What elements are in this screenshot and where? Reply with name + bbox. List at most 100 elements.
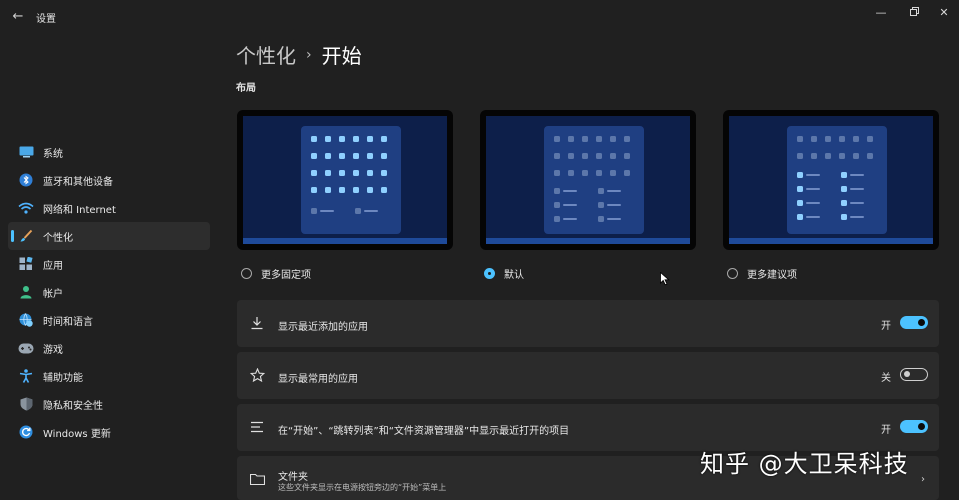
toggle-state-label: 开 bbox=[881, 425, 891, 436]
preview-tile bbox=[841, 214, 847, 220]
preview-tile bbox=[367, 153, 373, 159]
preview-tile bbox=[598, 188, 604, 194]
accessibility-icon bbox=[18, 368, 34, 384]
preview-tile bbox=[568, 170, 574, 176]
layout-option-more-recommendations[interactable]: 更多建议项 bbox=[727, 266, 797, 281]
update-icon bbox=[18, 424, 34, 440]
radio-more-recommendations[interactable] bbox=[727, 268, 738, 279]
preview-tile bbox=[554, 188, 560, 194]
radio-default[interactable] bbox=[484, 268, 495, 279]
sidebar-item-personalization[interactable]: 个性化 bbox=[8, 222, 210, 250]
preview-tile bbox=[554, 202, 560, 208]
page-title: 开始 bbox=[321, 44, 362, 68]
preview-tile bbox=[353, 187, 359, 193]
preview-tile bbox=[367, 136, 373, 142]
sidebar-item-windows-update[interactable]: Windows 更新 bbox=[8, 418, 210, 446]
preview-tile bbox=[554, 216, 560, 222]
radio-more-pins[interactable] bbox=[241, 268, 252, 279]
sidebar-item-time-language[interactable]: 时间和语言 bbox=[8, 306, 210, 334]
toggle-state-label: 关 bbox=[881, 373, 891, 384]
watermark: 知乎 @大卫呆科技 bbox=[700, 450, 909, 478]
back-arrow-icon[interactable]: ← bbox=[10, 9, 26, 25]
star-icon bbox=[249, 367, 265, 383]
preview-tile bbox=[841, 172, 847, 178]
sidebar-item-privacy[interactable]: 隐私和安全性 bbox=[8, 390, 210, 418]
minimize-icon[interactable]: — bbox=[866, 4, 896, 22]
preview-tile bbox=[325, 136, 331, 142]
preview-start-menu bbox=[544, 126, 644, 234]
preview-tile bbox=[853, 136, 859, 142]
preview-tile bbox=[339, 187, 345, 193]
preview-tile bbox=[353, 153, 359, 159]
sidebar-item-accessibility[interactable]: 辅助功能 bbox=[8, 362, 210, 390]
breadcrumb: 个性化 › 开始 bbox=[236, 40, 362, 69]
preview-tile bbox=[825, 136, 831, 142]
preview-tile bbox=[797, 153, 803, 159]
preview-recommendation-line bbox=[607, 190, 621, 192]
restore-icon[interactable] bbox=[899, 4, 929, 22]
preview-tile bbox=[311, 170, 317, 176]
preview-desktop bbox=[486, 116, 690, 238]
gamepad-icon bbox=[18, 340, 34, 356]
preview-tile bbox=[582, 170, 588, 176]
preview-tile bbox=[811, 136, 817, 142]
preview-recommendation-line bbox=[850, 188, 864, 190]
breadcrumb-parent[interactable]: 个性化 bbox=[236, 40, 296, 69]
preview-tile bbox=[353, 136, 359, 142]
layout-option-more-pins[interactable]: 更多固定项 bbox=[241, 266, 311, 281]
preview-desktop bbox=[729, 116, 933, 238]
close-icon[interactable]: ✕ bbox=[929, 4, 959, 22]
layout-preview-more-pins[interactable] bbox=[237, 110, 453, 250]
preview-recommendation-line bbox=[563, 218, 577, 220]
preview-tile bbox=[339, 153, 345, 159]
preview-tile bbox=[624, 153, 630, 159]
title-bar: ← 设置 — ✕ bbox=[0, 0, 959, 34]
folder-icon bbox=[249, 471, 265, 487]
toggle-recently-added-apps[interactable] bbox=[900, 316, 928, 329]
preview-tile bbox=[367, 170, 373, 176]
sidebar-item-gaming[interactable]: 游戏 bbox=[8, 334, 210, 362]
sidebar-item-system[interactable]: 系统 bbox=[8, 138, 210, 166]
preview-tile bbox=[596, 170, 602, 176]
wifi-icon bbox=[18, 200, 34, 216]
toggle-most-used-apps[interactable] bbox=[900, 368, 928, 381]
sidebar-nav: 系统 蓝牙和其他设备 网络和 Internet 个性化 应用 帐户 时间和语言 … bbox=[8, 138, 210, 446]
preview-taskbar bbox=[243, 238, 447, 244]
mouse-cursor-icon bbox=[660, 272, 670, 286]
preview-tile bbox=[367, 187, 373, 193]
preview-tile bbox=[568, 136, 574, 142]
preview-tile bbox=[624, 170, 630, 176]
layout-preview-more-recommendations[interactable] bbox=[723, 110, 939, 250]
layout-option-default[interactable]: 默认 bbox=[484, 266, 524, 281]
sidebar-item-apps[interactable]: 应用 bbox=[8, 250, 210, 278]
preview-recommendation-line bbox=[320, 210, 334, 212]
preview-tile bbox=[554, 170, 560, 176]
shield-icon bbox=[18, 396, 34, 412]
preview-recommendation-line bbox=[607, 218, 621, 220]
preview-tile bbox=[797, 214, 803, 220]
preview-tile bbox=[311, 153, 317, 159]
sidebar-item-bluetooth[interactable]: 蓝牙和其他设备 bbox=[8, 166, 210, 194]
preview-tile bbox=[325, 153, 331, 159]
layout-section-label: 布局 bbox=[236, 83, 256, 94]
sidebar-item-network[interactable]: 网络和 Internet bbox=[8, 194, 210, 222]
preview-taskbar bbox=[729, 238, 933, 244]
preview-recommendation-line bbox=[850, 174, 864, 176]
preview-tile bbox=[825, 153, 831, 159]
preview-tile bbox=[839, 153, 845, 159]
preview-tile bbox=[554, 153, 560, 159]
preview-tile bbox=[797, 186, 803, 192]
preview-desktop bbox=[243, 116, 447, 238]
system-monitor-icon bbox=[18, 144, 34, 160]
preview-recommendation-line bbox=[806, 216, 820, 218]
layout-preview-default[interactable] bbox=[480, 110, 696, 250]
preview-tile bbox=[867, 153, 873, 159]
sidebar-item-accounts[interactable]: 帐户 bbox=[8, 278, 210, 306]
toggle-state-label: 开 bbox=[881, 321, 891, 332]
download-icon bbox=[249, 315, 265, 331]
preview-tile bbox=[610, 153, 616, 159]
breadcrumb-separator: › bbox=[306, 46, 312, 63]
toggle-recently-opened-items[interactable] bbox=[900, 420, 928, 433]
preview-tile bbox=[867, 136, 873, 142]
preview-tile bbox=[596, 136, 602, 142]
